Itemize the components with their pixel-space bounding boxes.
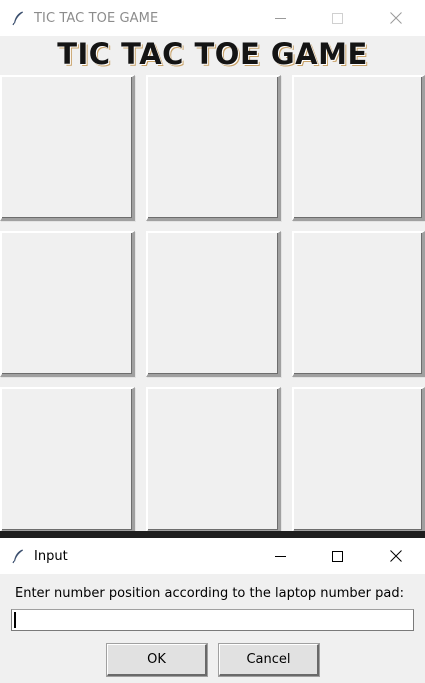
input-dialog: Input Enter number position according to… bbox=[0, 538, 425, 683]
dialog-maximize-button[interactable] bbox=[314, 538, 360, 574]
maximize-icon bbox=[331, 12, 343, 24]
dialog-close-button[interactable] bbox=[373, 538, 419, 574]
board-cell-3-2[interactable] bbox=[146, 387, 281, 531]
board-cell-2-1[interactable] bbox=[0, 231, 135, 377]
maximize-icon bbox=[331, 550, 343, 562]
ok-button[interactable]: OK bbox=[107, 644, 207, 676]
text-caret bbox=[14, 612, 16, 628]
minimize-icon bbox=[274, 17, 286, 19]
dialog-title: Input bbox=[34, 548, 68, 564]
close-icon bbox=[390, 550, 402, 562]
game-board-area: TIC TAC TOE GAME bbox=[0, 36, 425, 531]
dialog-minimize-button[interactable] bbox=[257, 538, 303, 574]
position-input[interactable] bbox=[11, 609, 414, 631]
window-title: TIC TAC TOE GAME bbox=[34, 10, 159, 26]
board-cell-1-1[interactable] bbox=[0, 75, 135, 221]
board-cell-1-2[interactable] bbox=[146, 75, 281, 221]
prompt-label: Enter number position according to the l… bbox=[15, 586, 404, 601]
minimize-button[interactable] bbox=[257, 0, 303, 36]
dialog-title-bar: Input bbox=[0, 538, 425, 574]
minimize-icon bbox=[274, 555, 286, 557]
board-cell-3-1[interactable] bbox=[0, 387, 135, 531]
window-divider bbox=[0, 531, 425, 538]
main-title-bar: TIC TAC TOE GAME bbox=[0, 0, 425, 36]
board-cell-2-2[interactable] bbox=[146, 231, 281, 377]
close-button[interactable] bbox=[373, 0, 419, 36]
game-heading: TIC TAC TOE GAME bbox=[57, 37, 368, 71]
cancel-button[interactable]: Cancel bbox=[219, 644, 319, 676]
feather-icon bbox=[10, 10, 26, 26]
feather-icon bbox=[10, 548, 26, 564]
board-cell-1-3[interactable] bbox=[292, 75, 425, 221]
board-cell-3-3[interactable] bbox=[292, 387, 425, 531]
close-icon bbox=[390, 12, 402, 24]
maximize-button[interactable] bbox=[314, 0, 360, 36]
board-cell-2-3[interactable] bbox=[292, 231, 425, 377]
